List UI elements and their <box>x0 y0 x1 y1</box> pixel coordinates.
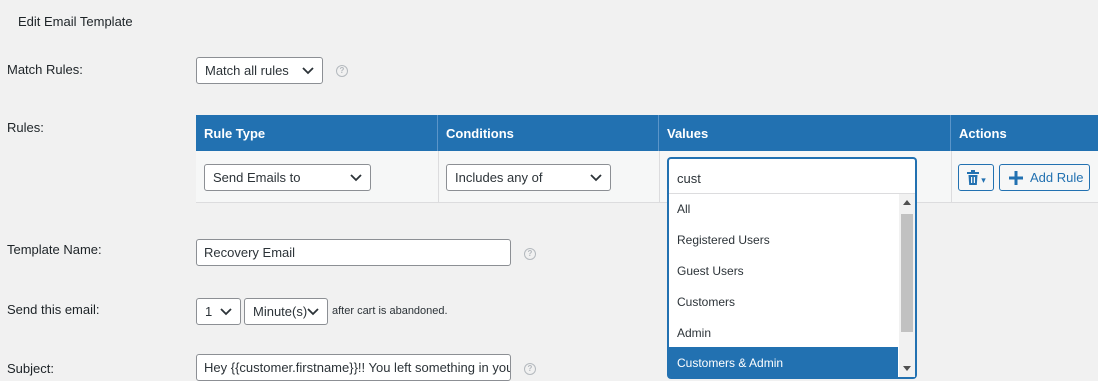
trash-icon <box>967 170 980 185</box>
chevron-down-icon <box>220 307 232 315</box>
send-email-suffix: after cart is abandoned. <box>332 305 448 317</box>
subject-value: Hey {{customer.firstname}}!! You left so… <box>204 360 511 375</box>
page-title: Edit Email Template <box>18 14 133 29</box>
option-registered-users[interactable]: Registered Users <box>669 224 898 255</box>
template-name-input[interactable]: Recovery Email <box>196 239 511 266</box>
subject-label: Subject: <box>7 361 54 376</box>
column-header-actions: Actions <box>959 125 1007 141</box>
rules-label: Rules: <box>7 120 44 135</box>
send-email-label: Send this email: <box>7 302 100 317</box>
rule-type-select[interactable]: Send Emails to <box>204 164 371 191</box>
scrollbar[interactable] <box>899 194 915 377</box>
add-rule-label: Add Rule <box>1030 170 1084 185</box>
column-header-conditions: Conditions <box>438 115 659 151</box>
chevron-down-icon <box>307 307 319 315</box>
delete-rule-button[interactable]: ▾ <box>958 164 994 191</box>
send-amount-select[interactable]: 1 <box>196 298 241 325</box>
template-name-label: Template Name: <box>7 242 102 257</box>
column-header-rule-type: Rule Type <box>196 115 438 151</box>
option-customers[interactable]: Customers <box>669 286 898 317</box>
cell-divider <box>659 151 660 203</box>
conditions-value: Includes any of <box>455 170 543 185</box>
template-name-value: Recovery Email <box>204 245 296 260</box>
send-unit-value: Minute(s) <box>253 304 308 319</box>
option-all[interactable]: All <box>669 193 898 224</box>
rule-type-value: Send Emails to <box>213 170 301 185</box>
scroll-up-icon[interactable] <box>903 200 911 205</box>
option-guest-users[interactable]: Guest Users <box>669 255 898 286</box>
chevron-down-icon <box>302 66 314 74</box>
cell-divider <box>951 151 952 203</box>
help-icon[interactable]: ? <box>524 363 536 375</box>
values-search-input[interactable]: cust <box>677 171 701 186</box>
subject-input[interactable]: Hey {{customer.firstname}}!! You left so… <box>196 354 511 381</box>
conditions-select[interactable]: Includes any of <box>446 164 611 191</box>
chevron-down-icon <box>590 173 602 181</box>
option-customers-and-admin[interactable]: Customers & Admin <box>669 347 898 378</box>
help-icon[interactable]: ? <box>336 65 348 77</box>
send-amount-value: 1 <box>205 304 213 319</box>
option-admin[interactable]: Admin <box>669 317 898 348</box>
chevron-down-icon <box>350 173 362 181</box>
scroll-down-icon[interactable] <box>903 366 911 371</box>
send-unit-select[interactable]: Minute(s) <box>244 298 328 325</box>
dropdown-caret-icon: ▾ <box>981 175 986 185</box>
add-rule-button[interactable]: Add Rule <box>999 164 1090 191</box>
match-rules-value: Match all rules <box>205 63 289 78</box>
scroll-thumb[interactable] <box>901 214 913 332</box>
cell-divider <box>438 151 439 203</box>
rules-table-header: Rule Type Conditions Values Actions <box>196 115 1098 151</box>
match-rules-select[interactable]: Match all rules <box>196 57 323 84</box>
plus-icon <box>1009 170 1023 185</box>
values-multiselect[interactable]: cust All Registered Users Guest Users Cu… <box>668 158 916 378</box>
match-rules-label: Match Rules: <box>7 62 83 77</box>
help-icon[interactable]: ? <box>524 248 536 260</box>
column-header-values: Values <box>659 115 951 151</box>
